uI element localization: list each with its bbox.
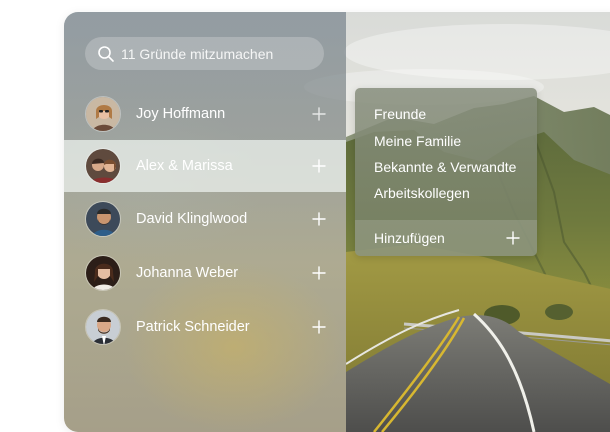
- plus-icon[interactable]: [310, 105, 328, 123]
- menu-item-arbeitskollegen[interactable]: Arbeitskollegen: [374, 185, 470, 201]
- menu-item-freunde[interactable]: Freunde: [374, 106, 426, 122]
- avatar: [85, 309, 121, 345]
- contact-row-johanna-weber[interactable]: Johanna Weber: [64, 247, 346, 299]
- plus-icon[interactable]: [310, 264, 328, 282]
- contact-name: Joy Hoffmann: [136, 106, 226, 122]
- contact-name: Alex & Marissa: [136, 158, 233, 174]
- menu-item-bekannte-verwandte[interactable]: Bekannte & Verwandte: [374, 159, 516, 175]
- search-input[interactable]: [121, 37, 317, 70]
- avatar: [85, 255, 121, 291]
- add-group-row[interactable]: Hinzufügen: [355, 220, 537, 256]
- plus-icon[interactable]: [310, 318, 328, 336]
- contact-row-david-klinglwood[interactable]: David Klinglwood: [64, 193, 346, 245]
- search-icon[interactable]: [97, 45, 115, 63]
- plus-icon[interactable]: [310, 157, 328, 175]
- contact-row-patrick-schneider[interactable]: Patrick Schneider: [64, 301, 346, 353]
- plus-icon[interactable]: [310, 210, 328, 228]
- contact-name: David Klinglwood: [136, 211, 248, 227]
- contact-row-joy-hoffmann[interactable]: Joy Hoffmann: [64, 88, 346, 140]
- add-group-label: Hinzufügen: [374, 230, 445, 246]
- group-menu: Freunde Meine Familie Bekannte & Verwand…: [355, 88, 537, 256]
- app-window: Joy Hoffmann Alex & Marissa: [64, 12, 610, 432]
- search-box: [85, 37, 324, 70]
- avatar: [85, 201, 121, 237]
- avatar: [85, 96, 121, 132]
- contact-name: Johanna Weber: [136, 265, 239, 281]
- plus-icon[interactable]: [505, 230, 521, 246]
- contacts-sidebar: Joy Hoffmann Alex & Marissa: [64, 12, 346, 432]
- menu-item-meine-familie[interactable]: Meine Familie: [374, 133, 461, 149]
- contact-name: Patrick Schneider: [136, 319, 250, 335]
- contact-row-alex-marissa[interactable]: Alex & Marissa: [64, 140, 346, 192]
- avatar: [85, 148, 121, 184]
